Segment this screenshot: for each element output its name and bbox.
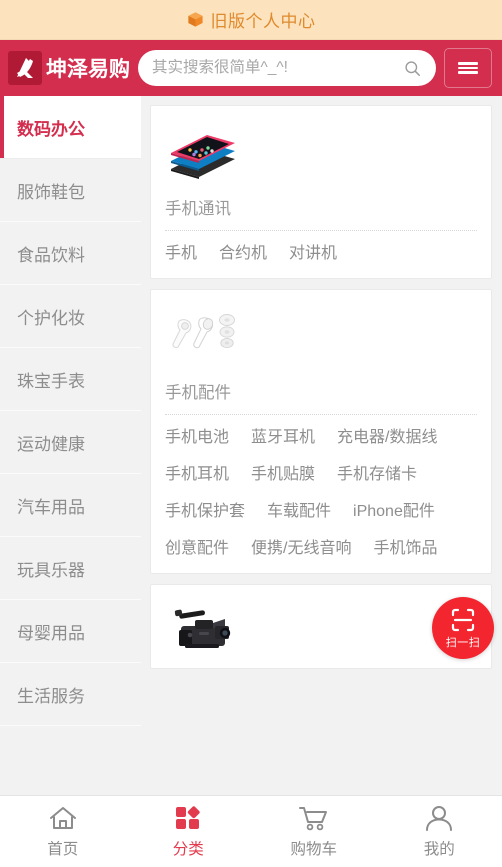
card-title: 手机通讯: [165, 183, 477, 231]
link-item[interactable]: 手机: [165, 235, 197, 272]
link-item[interactable]: 手机饰品: [373, 530, 437, 567]
category-sidebar[interactable]: 数码办公 服饰鞋包 食品饮料 个护化妆 珠宝手表 运动健康 汽车用品 玩具乐器: [0, 96, 141, 867]
link-item[interactable]: 合约机: [219, 235, 267, 272]
link-item[interactable]: 蓝牙耳机: [251, 419, 315, 456]
menu-bar-2: [458, 66, 478, 70]
tab-label: 首页: [47, 841, 79, 858]
menu-bar-3: [458, 71, 478, 75]
bottom-tab-bar: 首页 分类 购物车 我的: [0, 795, 502, 867]
sidebar-item-toys-instruments[interactable]: 玩具乐器: [0, 537, 141, 600]
link-item[interactable]: 手机存储卡: [337, 456, 417, 493]
scan-frame-icon: [451, 608, 475, 631]
search-input[interactable]: [152, 59, 403, 77]
sidebar-item-label: 运动健康: [17, 434, 85, 454]
grid-category-icon: [176, 806, 200, 829]
tab-category[interactable]: 分类: [126, 796, 252, 867]
brand-name: 坤泽易购: [46, 57, 130, 81]
search-icon[interactable]: [403, 59, 422, 78]
sidebar-item-life-services[interactable]: 生活服务: [0, 663, 141, 726]
scan-button-label: 扫一扫: [445, 636, 481, 649]
tab-label: 我的: [423, 841, 455, 858]
sidebar-item-label: 玩具乐器: [17, 560, 85, 580]
brand-logo[interactable]: 坤泽易购: [8, 51, 130, 85]
k-logo-icon: [8, 51, 42, 85]
hamburger-menu-icon[interactable]: [444, 48, 492, 88]
shopping-cart-icon: [298, 807, 327, 831]
sidebar-item-label: 食品饮料: [17, 245, 85, 265]
sidebar-item-label: 汽车用品: [17, 497, 85, 517]
camcorder-image: [165, 598, 477, 662]
user-profile-icon: [426, 806, 453, 831]
link-item[interactable]: 车载配件: [267, 493, 331, 530]
link-item[interactable]: 手机贴膜: [251, 456, 315, 493]
card-title: 手机配件: [165, 367, 477, 415]
tab-label: 分类: [172, 841, 204, 858]
card-links: 手机电池 蓝牙耳机 充电器/数据线 手机耳机 手机贴膜 手机存储卡 手机保护套 …: [165, 415, 477, 567]
tab-profile[interactable]: 我的: [377, 796, 502, 867]
sidebar-item-label: 服饰鞋包: [17, 182, 85, 202]
home-icon: [49, 807, 76, 829]
sidebar-item-sports-health[interactable]: 运动健康: [0, 411, 141, 474]
link-item[interactable]: iPhone配件: [353, 493, 435, 530]
sidebar-item-auto-supplies[interactable]: 汽车用品: [0, 474, 141, 537]
search-bar[interactable]: [138, 50, 436, 86]
sidebar-item-personal-care[interactable]: 个护化妆: [0, 285, 141, 348]
link-item[interactable]: 便携/无线音响: [251, 530, 351, 567]
menu-bar-1: [458, 61, 478, 65]
sidebar-item-jewelry-watches[interactable]: 珠宝手表: [0, 348, 141, 411]
sidebar-item-label: 母婴用品: [17, 623, 85, 643]
legacy-profile-banner-label: 旧版个人中心: [210, 12, 316, 31]
sidebar-item-label: 生活服务: [17, 686, 85, 706]
category-detail-panel[interactable]: 手机通讯 手机 合约机 对讲机 手机配件 手机电池 蓝牙耳机 充电器/数据线 手…: [141, 96, 502, 867]
legacy-profile-banner[interactable]: 旧版个人中心: [0, 0, 502, 40]
sidebar-item-apparel[interactable]: 服饰鞋包: [0, 159, 141, 222]
app-header: 坤泽易购: [0, 40, 502, 96]
tab-label: 购物车: [290, 841, 337, 858]
card-links: 手机 合约机 对讲机: [165, 231, 477, 272]
link-item[interactable]: 手机电池: [165, 419, 229, 456]
sidebar-item-digital-office[interactable]: 数码办公: [0, 96, 141, 159]
sidebar-item-label: 个护化妆: [17, 308, 85, 328]
earbuds-image: [165, 303, 477, 367]
link-item[interactable]: 手机耳机: [165, 456, 229, 493]
sidebar-item-label: 珠宝手表: [17, 371, 85, 391]
stacked-phones-image: [165, 119, 477, 183]
content-area: 数码办公 服饰鞋包 食品饮料 个护化妆 珠宝手表 运动健康 汽车用品 玩具乐器: [0, 96, 502, 867]
sidebar-item-food[interactable]: 食品饮料: [0, 222, 141, 285]
scan-qr-button[interactable]: 扫一扫: [432, 597, 494, 659]
tab-cart[interactable]: 购物车: [251, 796, 377, 867]
sidebar-item-mother-baby[interactable]: 母婴用品: [0, 600, 141, 663]
category-card-phone-accessories[interactable]: 手机配件 手机电池 蓝牙耳机 充电器/数据线 手机耳机 手机贴膜 手机存储卡 手…: [150, 289, 492, 574]
link-item[interactable]: 创意配件: [165, 530, 229, 567]
link-item[interactable]: 充电器/数据线: [337, 419, 437, 456]
link-item[interactable]: 手机保护套: [165, 493, 245, 530]
app-root: 旧版个人中心 坤泽易购 其实搜索很简单^_^! 数码办公 服饰鞋包 食品饮料 个…: [0, 0, 502, 867]
sidebar-item-label: 数码办公: [17, 119, 85, 139]
link-item[interactable]: 对讲机: [289, 235, 337, 272]
tab-home[interactable]: 首页: [0, 796, 126, 867]
category-card-phone-communication[interactable]: 手机通讯 手机 合约机 对讲机: [150, 105, 492, 279]
cube-icon: [187, 12, 203, 27]
